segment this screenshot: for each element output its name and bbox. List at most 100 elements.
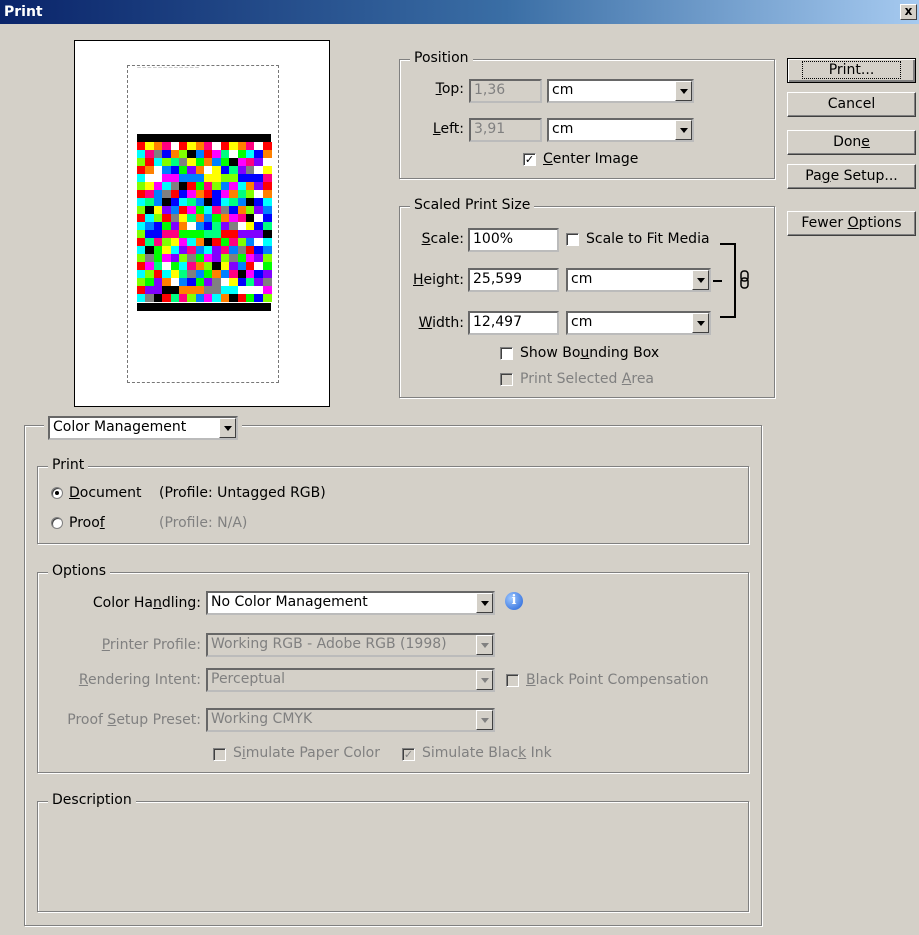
- simulate-paper-label: Simulate Paper Color: [233, 745, 380, 761]
- fewer-options-button[interactable]: Fewer Options: [787, 211, 916, 236]
- center-image-checkbox[interactable]: ✓: [523, 153, 536, 166]
- document-profile: (Profile: Untagged RGB): [159, 485, 326, 501]
- dropdown-arrow-icon[interactable]: [476, 593, 493, 613]
- width-unit-select[interactable]: cm: [566, 311, 711, 335]
- simulate-black-label: Simulate Black Ink: [422, 745, 552, 761]
- preview-swatch: [262, 286, 272, 294]
- dropdown-arrow-icon[interactable]: [219, 418, 236, 438]
- dropdown-arrow-icon[interactable]: [692, 313, 709, 333]
- preview-swatch: [262, 294, 272, 302]
- scale-to-fit-checkbox[interactable]: [566, 233, 579, 246]
- dropdown-arrow-icon[interactable]: [476, 670, 493, 690]
- proof-preset-select[interactable]: Working CMYK: [206, 708, 495, 732]
- scale-label: Scale:: [421, 231, 464, 247]
- proof-radio[interactable]: [51, 517, 63, 529]
- black-point-checkbox[interactable]: [506, 674, 519, 687]
- close-icon[interactable]: x: [900, 4, 917, 20]
- print-selected-area-checkbox[interactable]: [500, 373, 513, 386]
- top-unit-select[interactable]: cm: [547, 79, 694, 103]
- preview-swatch: [262, 198, 272, 206]
- preview-color-image: [137, 142, 272, 302]
- title-bar: Print x: [0, 0, 919, 24]
- width-input[interactable]: 12,497: [468, 311, 559, 335]
- preview-swatch: [262, 166, 272, 174]
- simulate-black-checkbox[interactable]: ✓: [402, 748, 415, 761]
- dropdown-arrow-icon[interactable]: [476, 635, 493, 655]
- color-handling-value: No Color Management: [211, 594, 368, 610]
- document-radio[interactable]: [51, 487, 63, 499]
- preview-swatch: [262, 174, 272, 182]
- preview-swatch: [262, 158, 272, 166]
- left-label: Left:: [432, 121, 464, 137]
- preview-swatch: [262, 206, 272, 214]
- width-unit-value: cm: [571, 314, 593, 330]
- dropdown-arrow-icon[interactable]: [675, 120, 692, 140]
- proof-profile: (Profile: N/A): [159, 515, 248, 531]
- preview-swatch: [262, 222, 272, 230]
- proof-preset-label: Proof Setup Preset:: [67, 712, 201, 728]
- description-legend: Description: [48, 792, 136, 808]
- width-label: Width:: [418, 315, 464, 331]
- printer-profile-select[interactable]: Working RGB - Adobe RGB (1998): [206, 633, 495, 657]
- simulate-paper-checkbox[interactable]: [213, 748, 226, 761]
- scale-input[interactable]: 100%: [468, 228, 559, 252]
- scale-to-fit-label: Scale to Fit Media: [586, 231, 710, 247]
- preview-swatch: [262, 254, 272, 262]
- preview-swatch: [262, 246, 272, 254]
- preview-swatch: [262, 238, 272, 246]
- window-title: Print: [4, 4, 43, 20]
- print-button-label: Print...: [801, 61, 902, 79]
- show-bbox-label: Show Bounding Box: [520, 345, 660, 361]
- link-bracket: [720, 243, 736, 318]
- center-image-label: Center Image: [543, 151, 639, 167]
- preview-bottom-bar: [137, 303, 271, 311]
- proof-preset-value: Working CMYK: [211, 711, 313, 727]
- height-input[interactable]: 25,599: [468, 268, 559, 292]
- print-subgroup: Print: [37, 457, 749, 544]
- print-button[interactable]: Print...: [787, 58, 916, 83]
- options-legend: Options: [48, 563, 111, 579]
- preview-swatch: [262, 182, 272, 190]
- preview-top-bar: [137, 134, 271, 142]
- printer-profile-value: Working RGB - Adobe RGB (1998): [211, 636, 447, 652]
- link-tick: [713, 280, 722, 282]
- top-input[interactable]: 1,36: [469, 79, 542, 103]
- proof-label: Proof: [69, 515, 105, 531]
- position-legend: Position: [410, 50, 473, 66]
- print-preview: — — — — — — — — — — — —: [74, 40, 330, 407]
- done-button[interactable]: Done: [787, 130, 916, 155]
- preview-swatch: [262, 270, 272, 278]
- dropdown-arrow-icon[interactable]: [692, 270, 709, 290]
- height-label: Height:: [413, 272, 464, 288]
- color-handling-select[interactable]: No Color Management: [206, 591, 495, 615]
- dropdown-arrow-icon[interactable]: [675, 81, 692, 101]
- print-dialog: Print x — — — — — — — — — — — — Position…: [0, 0, 919, 935]
- section-select[interactable]: Color Management: [48, 416, 238, 440]
- rendering-intent-value: Perceptual: [211, 671, 286, 687]
- preview-swatch: [262, 142, 272, 150]
- preview-header-text: — — — — — — — — — — — —: [137, 65, 199, 70]
- height-unit-value: cm: [571, 271, 593, 287]
- print-subgroup-legend: Print: [48, 457, 89, 473]
- page-setup-button[interactable]: Page Setup...: [787, 164, 916, 189]
- rendering-intent-label: Rendering Intent:: [78, 672, 201, 688]
- left-unit-value: cm: [552, 121, 574, 137]
- preview-swatch: [262, 214, 272, 222]
- show-bounding-box-checkbox[interactable]: [500, 347, 513, 360]
- print-selected-label: Print Selected Area: [520, 371, 655, 387]
- color-handling-label: Color Handling:: [92, 595, 201, 611]
- preview-swatch: [262, 278, 272, 286]
- description-subgroup: Description: [37, 792, 749, 912]
- printer-profile-label: Printer Profile:: [101, 637, 201, 653]
- rendering-intent-select[interactable]: Perceptual: [206, 668, 495, 692]
- left-unit-select[interactable]: cm: [547, 118, 694, 142]
- left-input[interactable]: 3,91: [469, 118, 542, 142]
- height-unit-select[interactable]: cm: [566, 268, 711, 292]
- link-chain-icon[interactable]: [739, 270, 751, 290]
- document-label: Document: [69, 485, 142, 501]
- info-icon[interactable]: i: [505, 592, 523, 610]
- dropdown-arrow-icon[interactable]: [476, 710, 493, 730]
- cancel-button[interactable]: Cancel: [787, 92, 916, 117]
- preview-swatch: [262, 150, 272, 158]
- preview-swatch: [262, 262, 272, 270]
